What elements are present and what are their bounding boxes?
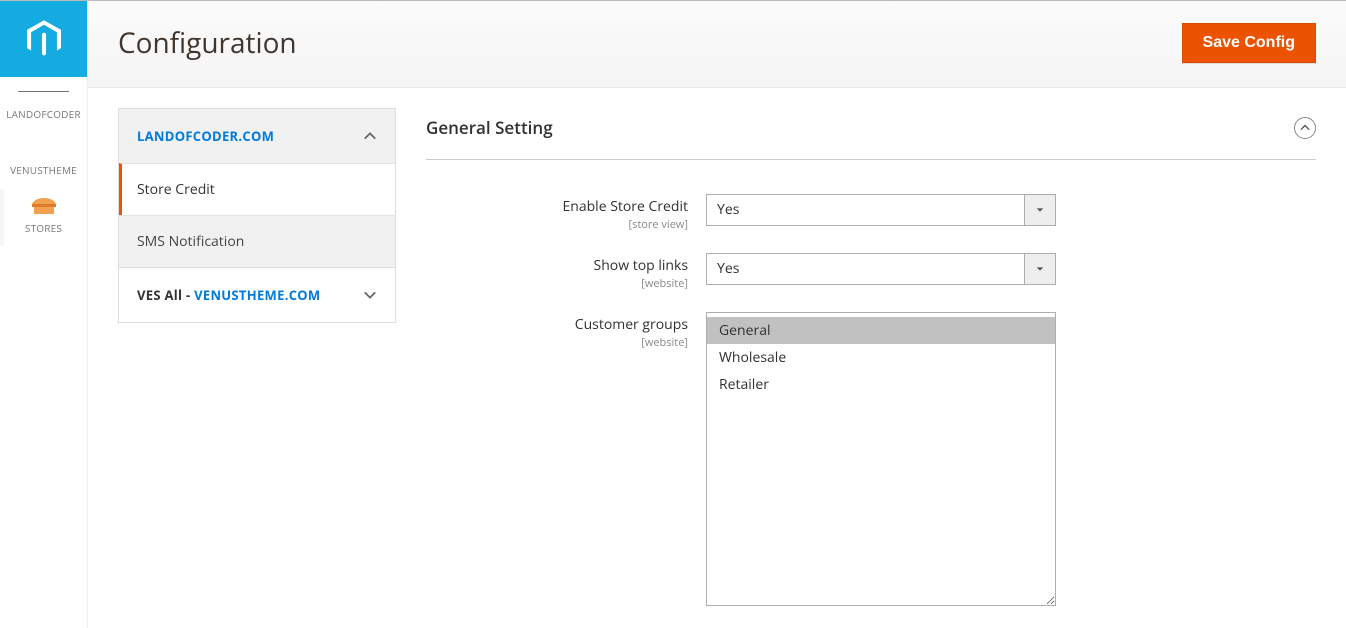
field-scope: [website]: [426, 336, 688, 349]
field-control: Yes: [706, 253, 1056, 285]
config-group-head-landofcoder[interactable]: LANDOFCODER.COM: [119, 109, 395, 163]
field-scope: [store view]: [426, 218, 688, 231]
select-value: Yes: [706, 253, 1056, 285]
sidebar-item-venustheme[interactable]: VENUSTHEME: [0, 133, 87, 189]
field-label-text: Show top links: [594, 256, 688, 275]
config-group-vesall: VES All - VENUSTHEME.COM: [118, 267, 396, 323]
section-title: General Setting: [426, 116, 553, 139]
config-nav-sms-notification[interactable]: SMS Notification: [119, 215, 395, 267]
field-control: Yes: [706, 194, 1056, 226]
field-label: Customer groups [website]: [426, 312, 706, 349]
magento-logo[interactable]: [0, 1, 87, 77]
field-scope: [website]: [426, 277, 688, 290]
sidebar-item-stores[interactable]: STORES: [0, 189, 87, 247]
page-header: Configuration Save Config: [88, 1, 1346, 88]
fieldset-general: Enable Store Credit [store view] Yes: [426, 160, 1316, 606]
config-group-link: VENUSTHEME.COM: [194, 286, 320, 304]
sidebar-item-label: LANDOFCODER: [4, 107, 83, 121]
field-enable-store-credit: Enable Store Credit [store view] Yes: [426, 194, 1316, 231]
config-group-title: VES All - VENUSTHEME.COM: [137, 286, 320, 304]
select-value: Yes: [706, 194, 1056, 226]
section-head-general[interactable]: General Setting: [426, 108, 1316, 160]
save-config-button[interactable]: Save Config: [1182, 23, 1316, 63]
content-area: LANDOFCODER.COM Store Credit SMS Notific…: [88, 88, 1346, 628]
config-nav: LANDOFCODER.COM Store Credit SMS Notific…: [118, 108, 396, 598]
stores-icon: [31, 197, 57, 215]
config-nav-store-credit[interactable]: Store Credit: [119, 163, 395, 215]
chevron-down-icon: [363, 288, 377, 302]
customer-group-option[interactable]: General: [707, 317, 1055, 344]
magento-logo-icon: [27, 20, 61, 58]
field-customer-groups: Customer groups [website] GeneralWholesa…: [426, 312, 1316, 606]
field-label: Enable Store Credit [store view]: [426, 194, 706, 231]
customer-group-option[interactable]: Wholesale: [707, 344, 1055, 371]
config-group-head-vesall[interactable]: VES All - VENUSTHEME.COM: [119, 268, 395, 322]
config-nav-item-label: SMS Notification: [137, 232, 244, 251]
field-label: Show top links [website]: [426, 253, 706, 290]
settings-panel: General Setting Enable Store Credit [sto…: [426, 108, 1316, 598]
config-group-prefix: VES All -: [137, 286, 194, 304]
customer-group-option[interactable]: Retailer: [707, 371, 1055, 398]
collapse-icon: [1294, 117, 1316, 139]
field-show-top-links: Show top links [website] Yes: [426, 253, 1316, 290]
page-title: Configuration: [118, 24, 297, 62]
customer-groups-multiselect[interactable]: GeneralWholesaleRetailer: [706, 312, 1056, 606]
config-group-landofcoder: LANDOFCODER.COM Store Credit SMS Notific…: [118, 108, 396, 268]
sidebar-item-label: STORES: [4, 221, 83, 235]
field-label-text: Customer groups: [575, 315, 688, 334]
sidebar-item-landofcoder[interactable]: LANDOFCODER: [0, 77, 87, 133]
enable-store-credit-select[interactable]: Yes: [706, 194, 1056, 226]
config-group-title: LANDOFCODER.COM: [137, 127, 274, 145]
field-control: GeneralWholesaleRetailer: [706, 312, 1056, 606]
sidebar-item-label: VENUSTHEME: [4, 163, 83, 177]
admin-sidebar: LANDOFCODER VENUSTHEME STORES: [0, 1, 88, 628]
config-nav-item-label: Store Credit: [137, 180, 215, 199]
field-label-text: Enable Store Credit: [562, 197, 688, 216]
show-top-links-select[interactable]: Yes: [706, 253, 1056, 285]
chevron-up-icon: [363, 129, 377, 143]
